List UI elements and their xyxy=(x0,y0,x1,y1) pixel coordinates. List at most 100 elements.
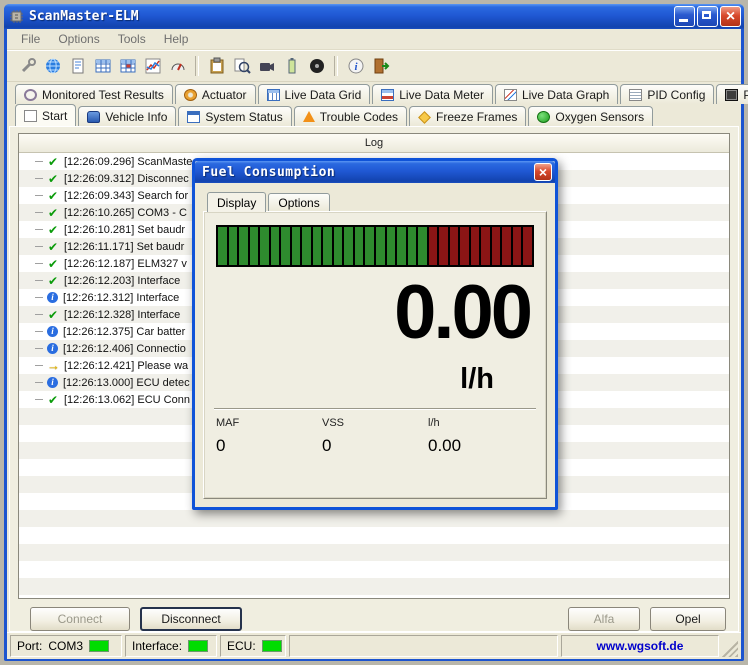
status-spacer xyxy=(289,635,558,657)
menu-file[interactable]: File xyxy=(13,30,48,48)
gauge-icon[interactable] xyxy=(165,54,190,79)
exit-icon[interactable] xyxy=(368,54,393,79)
interface-led xyxy=(188,640,209,652)
menu-help[interactable]: Help xyxy=(156,30,197,48)
page-icon xyxy=(24,109,37,122)
check-icon: ✔ xyxy=(47,154,59,169)
tab-freeze-frames[interactable]: Freeze Frames xyxy=(409,106,527,126)
tab-label: Oxygen Sensors xyxy=(555,109,645,124)
gauge-segment-green xyxy=(407,227,417,265)
readout-label: l/h xyxy=(428,417,440,430)
tab-label: Actuator xyxy=(201,87,247,102)
readout-label: VSS xyxy=(322,417,345,430)
tab-oxygen-sensors[interactable]: Oxygen Sensors xyxy=(528,106,654,126)
tab-live-data-grid[interactable]: Live Data Grid xyxy=(257,84,371,104)
fuel-consumption-dialog: Fuel Consumption Display Options 0.00 l/… xyxy=(192,158,558,510)
arrow-icon: → xyxy=(47,358,60,373)
tab-display[interactable]: Display xyxy=(207,192,267,212)
clipboard-icon[interactable] xyxy=(204,54,229,79)
gauge-segment-green xyxy=(239,227,248,265)
tree-connector xyxy=(35,280,43,281)
gauge-segment-green xyxy=(365,227,374,265)
check-icon: ✔ xyxy=(47,307,59,322)
log-entry-text: [12:26:13.000] ECU detec xyxy=(63,376,190,389)
tab-label: Live Data Graph xyxy=(521,87,610,102)
alfa-button[interactable]: Alfa xyxy=(568,607,640,631)
gauge-segment-green xyxy=(418,227,427,265)
tab-options[interactable]: Options xyxy=(268,193,330,211)
gauge-segment-red xyxy=(428,227,438,265)
battery-icon[interactable] xyxy=(279,54,304,79)
disc-icon[interactable] xyxy=(304,54,329,79)
tab-live-data-graph[interactable]: Live Data Graph xyxy=(494,84,619,104)
close-button[interactable] xyxy=(720,6,741,27)
gauge-segment-red xyxy=(491,227,501,265)
menu-tools[interactable]: Tools xyxy=(110,30,154,48)
tab-pid-config[interactable]: PID Config xyxy=(620,84,715,104)
ecu-label: ECU: xyxy=(227,639,256,653)
minimize-button[interactable] xyxy=(674,6,695,27)
tab-system-status[interactable]: System Status xyxy=(178,106,292,126)
tree-connector xyxy=(35,229,43,230)
data-graph-icon[interactable] xyxy=(140,54,165,79)
data-grid-icon[interactable] xyxy=(90,54,115,79)
resize-grip[interactable] xyxy=(722,641,738,657)
wrench-icon[interactable] xyxy=(15,54,40,79)
document-icon[interactable] xyxy=(65,54,90,79)
menu-options[interactable]: Options xyxy=(50,30,107,48)
maximize-button[interactable] xyxy=(697,6,718,27)
gauge-segment-red xyxy=(439,227,448,265)
connect-button[interactable]: Connect xyxy=(30,607,130,631)
tab-row-top: Monitored Test Results Actuator Live Dat… xyxy=(7,82,748,104)
app-chip-icon xyxy=(10,10,23,23)
tab-label: PID Config xyxy=(647,87,706,102)
tree-connector xyxy=(35,263,43,264)
tab-start[interactable]: Start xyxy=(15,104,77,126)
tab-vehicle-info[interactable]: Vehicle Info xyxy=(78,106,177,126)
tree-connector xyxy=(35,348,43,349)
readout-vss: VSS 0 xyxy=(322,417,428,456)
gauge-segment-green xyxy=(333,227,343,265)
dialog-titlebar[interactable]: Fuel Consumption xyxy=(195,161,555,183)
check-icon: ✔ xyxy=(47,239,59,254)
log-entry-text: [12:26:12.312] Interface xyxy=(63,291,180,304)
dialog-close-button[interactable] xyxy=(534,163,552,181)
tab-trouble-codes[interactable]: Trouble Codes xyxy=(293,106,408,126)
camera-icon[interactable] xyxy=(254,54,279,79)
check-icon: ✔ xyxy=(47,273,59,288)
gauge-segment-green xyxy=(354,227,364,265)
info-icon[interactable]: i xyxy=(343,54,368,79)
port-led xyxy=(89,640,110,652)
clock-icon xyxy=(24,88,37,101)
readout-maf: MAF 0 xyxy=(216,417,322,456)
info-icon: i xyxy=(47,326,58,337)
readout-label: MAF xyxy=(216,417,240,430)
tree-connector xyxy=(35,161,43,162)
window-title: ScanMaster-ELM xyxy=(29,9,139,24)
log-header-label: Log xyxy=(364,137,384,149)
tab-label: Live Data Grid xyxy=(284,87,362,102)
globe-icon[interactable] xyxy=(40,54,65,79)
search-icon[interactable] xyxy=(229,54,254,79)
tab-monitored-test-results[interactable]: Monitored Test Results xyxy=(15,84,173,104)
window-titlebar[interactable]: ScanMaster-ELM xyxy=(4,4,744,29)
freeze-icon xyxy=(418,110,431,124)
tab-power[interactable]: Power xyxy=(716,84,748,104)
gauge-segment-green xyxy=(312,227,322,265)
opel-button[interactable]: Opel xyxy=(650,607,726,631)
gauge-segment-green xyxy=(281,227,290,265)
data-meter-icon[interactable] xyxy=(115,54,140,79)
disconnect-button[interactable]: Disconnect xyxy=(140,607,242,631)
gauge-segment-green xyxy=(344,227,353,265)
log-entry-text: [12:26:11.171] Set baudr xyxy=(64,240,185,253)
check-icon: ✔ xyxy=(47,205,59,220)
check-icon: ✔ xyxy=(47,392,59,407)
tab-actuator[interactable]: Actuator xyxy=(174,84,256,104)
website-link[interactable]: www.wgsoft.de xyxy=(597,639,684,653)
gauge-segment-red xyxy=(512,227,522,265)
tab-live-data-meter[interactable]: Live Data Meter xyxy=(372,84,493,104)
log-entry-text: [12:26:09.296] ScanMaste xyxy=(64,155,193,168)
log-column-header[interactable]: Log xyxy=(19,134,729,153)
opel-button-label: Opel xyxy=(675,612,701,626)
tree-connector xyxy=(35,297,43,298)
